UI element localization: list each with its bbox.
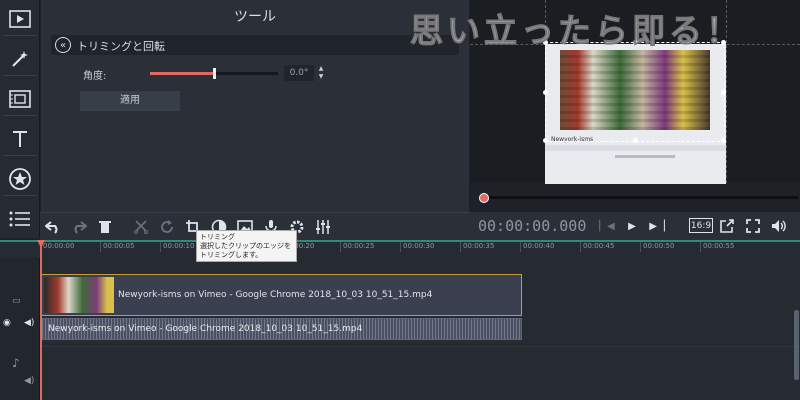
angle-slider-fill (150, 72, 214, 75)
tooltip-body: 選択したクリップのエッジをトリミングします。 (200, 242, 291, 259)
ruler-tick: 00:00:35 (460, 242, 494, 252)
ruler-tick: 00:00:45 (580, 242, 614, 252)
angle-input[interactable]: 0.0° (284, 65, 314, 81)
angle-spinner-icon[interactable]: ▲ ▼ (316, 65, 326, 81)
music-track[interactable] (40, 346, 800, 386)
volume-icon[interactable] (768, 216, 790, 236)
skip-forward-icon[interactable]: ▶▕ (646, 216, 668, 236)
watermark-text: 思い立ったら即る！ (410, 11, 743, 51)
aspect-ratio-button[interactable]: 16:9 (689, 218, 713, 233)
crop-handle[interactable] (543, 138, 548, 143)
speaker-icon[interactable]: ◀) (24, 318, 34, 328)
crop-handle[interactable] (721, 90, 726, 95)
ruler-tick: 00:00:10 (160, 242, 194, 252)
trim-tooltip: トリミング 選択したクリップのエッジをトリミングします。 (196, 230, 297, 262)
vertical-scrollbar[interactable] (794, 310, 799, 380)
playback-progress[interactable] (482, 196, 798, 199)
playhead[interactable] (40, 240, 42, 400)
audio-clip-label: Newyork-isms on Vimeo - Google Chrome 20… (48, 324, 363, 334)
ruler-tick: 00:00:25 (340, 242, 374, 252)
crop-handle[interactable] (721, 138, 726, 143)
music-speaker-icon[interactable]: ◀) (24, 376, 34, 386)
trim-rotate-title: トリミングと回転 (77, 40, 165, 53)
clip-thumbnail (44, 277, 114, 313)
rotate-icon[interactable] (156, 217, 178, 237)
playback-knob[interactable] (479, 193, 489, 203)
ruler-tick: 00:00:40 (520, 242, 554, 252)
menu-lines-icon[interactable] (3, 202, 37, 236)
tools-title: ツール (234, 9, 276, 25)
audio-clip[interactable]: Newyork-isms on Vimeo - Google Chrome 20… (41, 318, 522, 340)
transition-icon[interactable] (3, 82, 37, 116)
undo-icon[interactable] (42, 217, 64, 237)
eye-icon[interactable]: ◉ (3, 318, 11, 328)
crop-frame[interactable] (543, 40, 726, 143)
apply-button[interactable]: 適用 (80, 91, 180, 111)
skip-back-icon[interactable]: ▏◀ (596, 216, 618, 236)
fullscreen-icon[interactable] (742, 216, 764, 236)
timecode: 00:00:00.000 (478, 217, 587, 235)
music-note-icon: ♪ (12, 356, 20, 370)
angle-slider-thumb[interactable] (213, 68, 216, 79)
cut-icon[interactable] (130, 217, 152, 237)
export-icon[interactable] (716, 216, 738, 236)
ruler-tick: 00:00:05 (100, 242, 134, 252)
video-clip-label: Newyork-isms on Vimeo - Google Chrome 20… (118, 290, 433, 300)
tools-panel: ツール « トリミングと回転 角度: 0.0° ▲ ▼ 適用 (41, 0, 469, 212)
crop-handle[interactable] (633, 138, 638, 143)
ruler-tick: 00:00:00 (40, 242, 74, 252)
angle-label: 角度: (83, 71, 107, 82)
text-icon[interactable] (3, 122, 37, 156)
trim-rotate-header: « トリミングと回転 (51, 35, 459, 55)
sidebar (0, 0, 40, 238)
play-icon[interactable]: ▶ (621, 216, 643, 236)
ruler-tick: 00:00:50 (640, 242, 674, 252)
back-icon[interactable]: « (55, 37, 71, 53)
crop-handle[interactable] (543, 90, 548, 95)
timeline-ruler[interactable]: 00:00:0000:00:0500:00:1000:00:1500:00:20… (0, 240, 800, 258)
track-headers: ▭ ◉ ◀) ♪ ◀) (0, 258, 40, 400)
trash-icon[interactable] (94, 217, 116, 237)
video-clip[interactable]: Newyork-isms on Vimeo - Google Chrome 20… (41, 274, 522, 316)
ruler-tick: 00:00:30 (400, 242, 434, 252)
video-track-icon: ▭ (12, 296, 21, 306)
star-icon[interactable] (3, 162, 37, 196)
angle-slider[interactable] (150, 68, 278, 79)
redo-icon[interactable] (68, 217, 90, 237)
film-import-icon[interactable] (3, 2, 37, 36)
equalizer-icon[interactable] (312, 217, 334, 237)
tooltip-title: トリミング (200, 233, 235, 241)
ruler-tick: 00:00:55 (700, 242, 734, 252)
transport-bar: 00:00:00.000 ▏◀ ▶ ▶▕ 16:9 (470, 212, 800, 240)
magic-wand-icon[interactable] (3, 42, 37, 76)
